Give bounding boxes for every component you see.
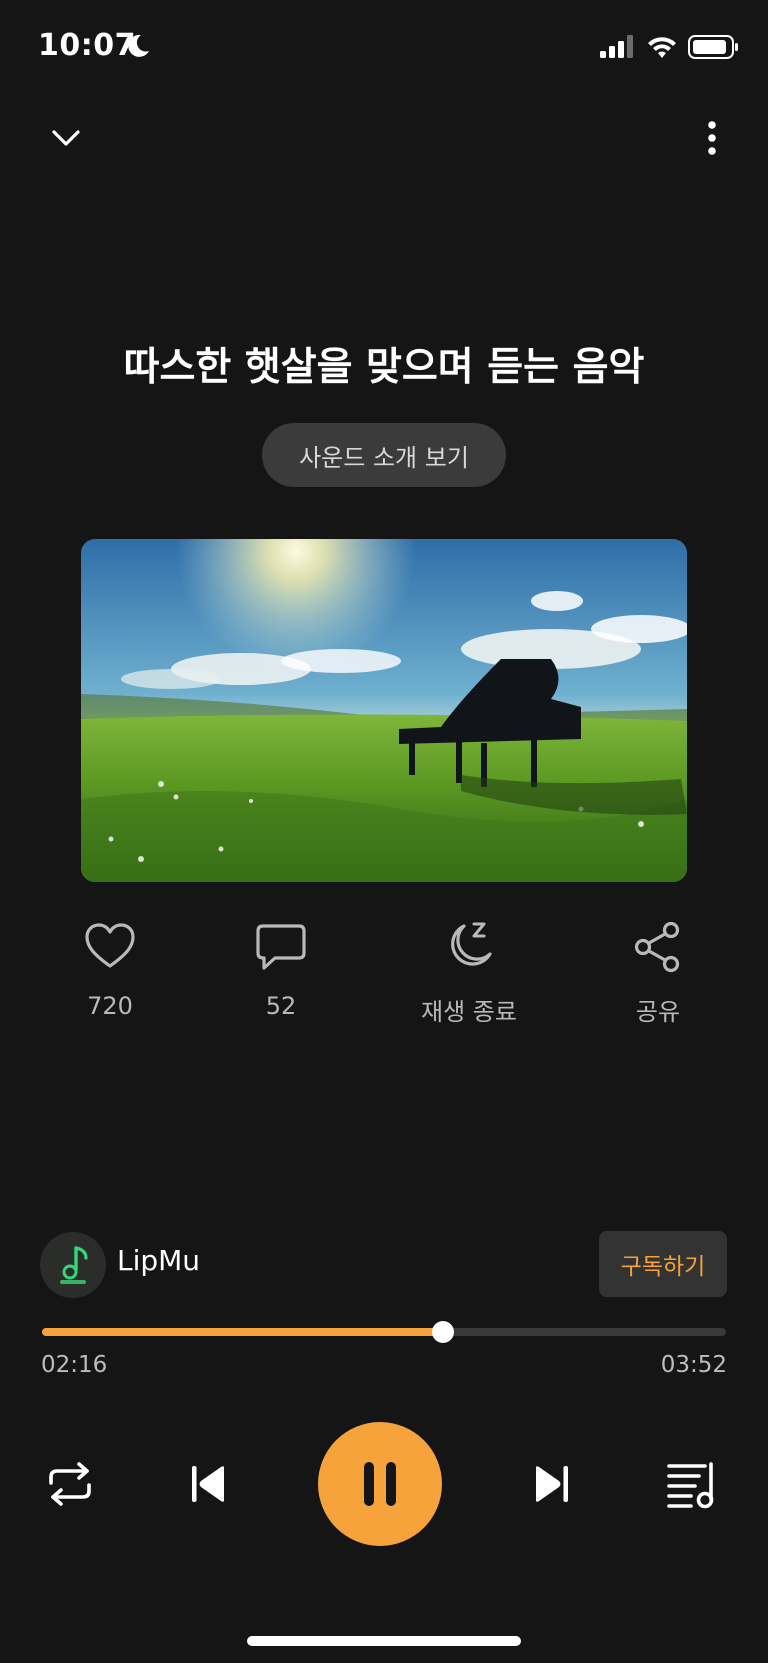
playlist-button[interactable] xyxy=(662,1454,722,1514)
playlist-icon xyxy=(667,1462,714,1509)
previous-button[interactable] xyxy=(178,1454,238,1514)
channel-row: LipMu 구독하기 xyxy=(0,1228,768,1300)
heart-icon xyxy=(85,923,135,968)
total-time: 03:52 xyxy=(660,1352,727,1378)
sleep-timer-button[interactable]: 재생 종료 xyxy=(389,920,549,1040)
cellular-signal-icon xyxy=(600,35,633,58)
pause-icon xyxy=(364,1462,396,1506)
repeat-icon xyxy=(49,1462,91,1506)
next-button[interactable] xyxy=(522,1454,582,1514)
pause-button[interactable] xyxy=(318,1422,442,1546)
chevron-down-icon xyxy=(52,130,80,146)
cover-art xyxy=(81,539,687,882)
comment-button[interactable]: 52 xyxy=(201,920,361,1040)
action-row: 720 52 재생 종료 공유 xyxy=(0,920,768,1040)
wifi-icon xyxy=(648,37,676,58)
like-button[interactable]: 720 xyxy=(30,920,190,1040)
elapsed-time: 02:16 xyxy=(41,1352,108,1378)
like-count: 720 xyxy=(87,992,133,1020)
playback-controls xyxy=(0,1420,768,1548)
sound-intro-button[interactable]: 사운드 소개 보기 xyxy=(262,423,506,487)
comment-count: 52 xyxy=(265,992,297,1020)
channel-name[interactable]: LipMu xyxy=(117,1244,200,1277)
more-options-button[interactable] xyxy=(692,112,732,164)
channel-avatar[interactable] xyxy=(40,1232,106,1298)
progress-bar[interactable] xyxy=(42,1321,726,1343)
battery-icon xyxy=(688,35,738,59)
cover-art-image xyxy=(81,539,687,882)
subscribe-button[interactable]: 구독하기 xyxy=(599,1231,727,1297)
status-time: 10:07 xyxy=(38,28,136,63)
status-icons xyxy=(600,35,738,59)
sleep-timer-label: 재생 종료 xyxy=(421,998,517,1026)
status-bar: 10:07 xyxy=(0,0,768,96)
music-note-logo xyxy=(40,1232,106,1298)
moon-z-icon xyxy=(451,922,492,966)
share-label: 공유 xyxy=(635,998,681,1026)
skip-previous-icon xyxy=(192,1466,224,1502)
sound-title: 따스한 햇살을 맞으며 듣는 음악 xyxy=(123,345,645,390)
progress-thumb[interactable] xyxy=(431,1321,454,1343)
moon-icon xyxy=(128,34,149,57)
comment-icon xyxy=(256,924,306,970)
home-indicator xyxy=(247,1636,521,1646)
top-nav xyxy=(0,100,768,180)
share-button[interactable]: 공유 xyxy=(578,920,738,1040)
collapse-button[interactable] xyxy=(40,112,92,164)
share-icon xyxy=(634,921,680,973)
repeat-button[interactable] xyxy=(40,1454,100,1514)
progress-fill xyxy=(42,1328,443,1336)
more-vertical-icon xyxy=(708,121,716,155)
skip-next-icon xyxy=(536,1466,568,1502)
